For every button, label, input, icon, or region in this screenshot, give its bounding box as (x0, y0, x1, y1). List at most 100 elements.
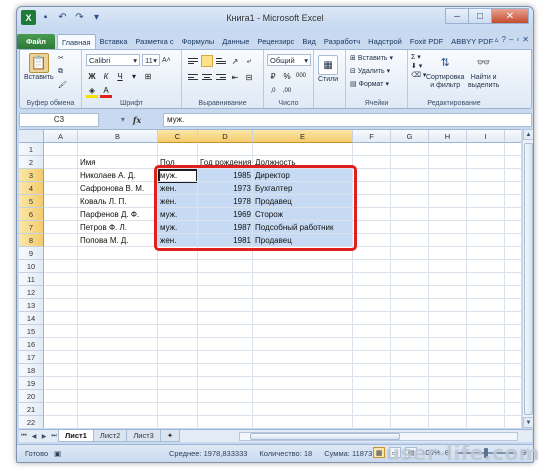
align-top-icon[interactable] (187, 55, 199, 67)
row-header-17[interactable]: 17 (19, 351, 44, 364)
styles-button[interactable]: ▦ Стили (318, 55, 338, 83)
select-all-corner[interactable] (19, 130, 44, 143)
delete-cells-button[interactable]: ⊟ Удалить ▾ (350, 67, 390, 76)
wrap-text-icon[interactable]: ⤶ (243, 55, 255, 67)
row-header-10[interactable]: 10 (19, 260, 44, 273)
doc-close-icon[interactable]: ✕ (522, 35, 529, 44)
horizontal-scrollbar[interactable] (239, 432, 518, 441)
horizontal-scroll-thumb[interactable] (250, 433, 400, 440)
column-header-e[interactable]: E (253, 130, 353, 143)
thousands-button[interactable]: 000 (295, 70, 307, 82)
paste-button[interactable]: 📋 Вставить (24, 53, 54, 81)
doc-restore-icon[interactable]: ▫ (516, 35, 519, 44)
column-header-i[interactable]: I (467, 130, 505, 143)
insert-cells-button[interactable]: ⊞ Вставить ▾ (350, 54, 393, 63)
row-header-22[interactable]: 22 (19, 416, 44, 428)
row-header-1[interactable]: 1 (19, 143, 44, 156)
close-button[interactable]: ✕ (491, 8, 529, 24)
tab-insert[interactable]: Вставка (96, 34, 132, 49)
name-box[interactable]: C3 (19, 112, 99, 127)
grow-font-icon[interactable]: A˄ (162, 57, 171, 64)
format-painter-button[interactable]: 🖌 (58, 81, 67, 89)
indent-icon[interactable]: ⇤ (229, 71, 241, 83)
help-icon[interactable]: ? (502, 35, 506, 44)
underline-button[interactable]: Ч (114, 70, 126, 82)
tab-home[interactable]: Главная (56, 34, 96, 49)
tab-view[interactable]: Вид (298, 34, 320, 49)
tab-foxit-pdf[interactable]: Foxit PDF (406, 34, 447, 49)
row-header-11[interactable]: 11 (19, 273, 44, 286)
tab-developer[interactable]: Разработч (320, 34, 364, 49)
tab-page-layout[interactable]: Разметка с (131, 34, 177, 49)
clear-icon[interactable]: ⌫ ▾ (411, 71, 426, 79)
tab-abbyy-pdf[interactable]: ABBYY PDF (447, 34, 497, 49)
tab-formulas[interactable]: Формулы (178, 34, 219, 49)
row-header-4[interactable]: 4 (19, 182, 44, 195)
column-header-c[interactable]: C (158, 130, 198, 143)
italic-button[interactable]: К (100, 70, 112, 82)
row-header-21[interactable]: 21 (19, 403, 44, 416)
doc-minimize-icon[interactable]: – (509, 35, 513, 44)
borders-icon[interactable]: ⊞ (142, 70, 154, 82)
row-header-13[interactable]: 13 (19, 299, 44, 312)
row-header-5[interactable]: 5 (19, 195, 44, 208)
column-header-d[interactable]: D (198, 130, 253, 143)
minimize-button[interactable]: – (445, 8, 469, 24)
sheet-tab-3[interactable]: Лист3 (126, 430, 161, 442)
column-header-b[interactable]: B (78, 130, 158, 143)
align-bottom-icon[interactable] (215, 55, 227, 67)
column-header-g[interactable]: G (391, 130, 429, 143)
increase-decimal-icon[interactable]: ,0 (267, 85, 279, 97)
next-sheet-icon[interactable]: ▶ (39, 433, 49, 440)
name-box-dropdown-icon[interactable]: ▾ (121, 115, 125, 124)
sort-filter-button[interactable]: ⇅ Сортировка и фильтр (426, 53, 464, 90)
bold-button[interactable]: Ж (86, 70, 98, 82)
collapse-ribbon-icon[interactable]: ▵ (495, 35, 499, 44)
align-left-icon[interactable] (187, 71, 199, 83)
cut-button[interactable]: ✂ (58, 54, 64, 62)
row-header-16[interactable]: 16 (19, 338, 44, 351)
scroll-up-icon[interactable]: ▲ (523, 129, 533, 140)
maximize-button[interactable]: □ (468, 8, 492, 24)
insert-function-button[interactable]: fx (133, 115, 141, 125)
scroll-down-icon[interactable]: ▼ (523, 417, 533, 428)
font-name-combo[interactable]: Calibri ▾ (86, 54, 140, 66)
normal-view-icon[interactable]: ▦ (373, 447, 386, 458)
row-header-18[interactable]: 18 (19, 364, 44, 377)
currency-icon[interactable]: ₽ (267, 70, 279, 82)
chevron-down-icon[interactable]: ▾ (128, 70, 140, 82)
tab-file[interactable]: Файл (17, 34, 55, 49)
format-cells-button[interactable]: ▤ Формат ▾ (350, 80, 389, 89)
align-right-icon[interactable] (215, 71, 227, 83)
row-header-12[interactable]: 12 (19, 286, 44, 299)
column-header-f[interactable]: F (353, 130, 391, 143)
row-header-6[interactable]: 6 (19, 208, 44, 221)
macro-record-icon[interactable]: ▣ (54, 449, 61, 458)
percent-button[interactable]: % (281, 70, 293, 82)
row-header-8[interactable]: 8 (19, 234, 44, 247)
font-color-icon[interactable]: A (100, 86, 112, 98)
prev-sheet-icon[interactable]: ◀ (29, 433, 39, 440)
find-select-button[interactable]: 👓 Найти и выделить (468, 53, 499, 90)
row-header-2[interactable]: 2 (19, 156, 44, 169)
copy-button[interactable]: ⧉ (58, 68, 63, 76)
row-header-15[interactable]: 15 (19, 325, 44, 338)
tab-data[interactable]: Данные (218, 34, 253, 49)
number-format-combo[interactable]: Общий ▾ (267, 54, 311, 66)
first-sheet-icon[interactable]: ⏮ (19, 433, 29, 440)
column-header-extra[interactable] (505, 130, 521, 143)
fill-color-icon[interactable]: ◈ (86, 86, 98, 98)
merge-cells-icon[interactable]: ⊟ (243, 71, 255, 83)
row-header-9[interactable]: 9 (19, 247, 44, 260)
vertical-scroll-thumb[interactable] (524, 143, 533, 415)
row-header-14[interactable]: 14 (19, 312, 44, 325)
decrease-decimal-icon[interactable]: ,00 (281, 85, 293, 97)
row-header-19[interactable]: 19 (19, 377, 44, 390)
formula-input[interactable]: муж. (163, 112, 532, 127)
align-middle-icon[interactable] (201, 55, 213, 67)
fill-icon[interactable]: ⬇ ▾ (411, 62, 422, 70)
tab-addins[interactable]: Надстрой (364, 34, 406, 49)
orientation-icon[interactable]: ↗ (229, 55, 241, 67)
sheet-tab-1[interactable]: Лист1 (58, 430, 94, 442)
row-header-3[interactable]: 3 (19, 169, 44, 182)
